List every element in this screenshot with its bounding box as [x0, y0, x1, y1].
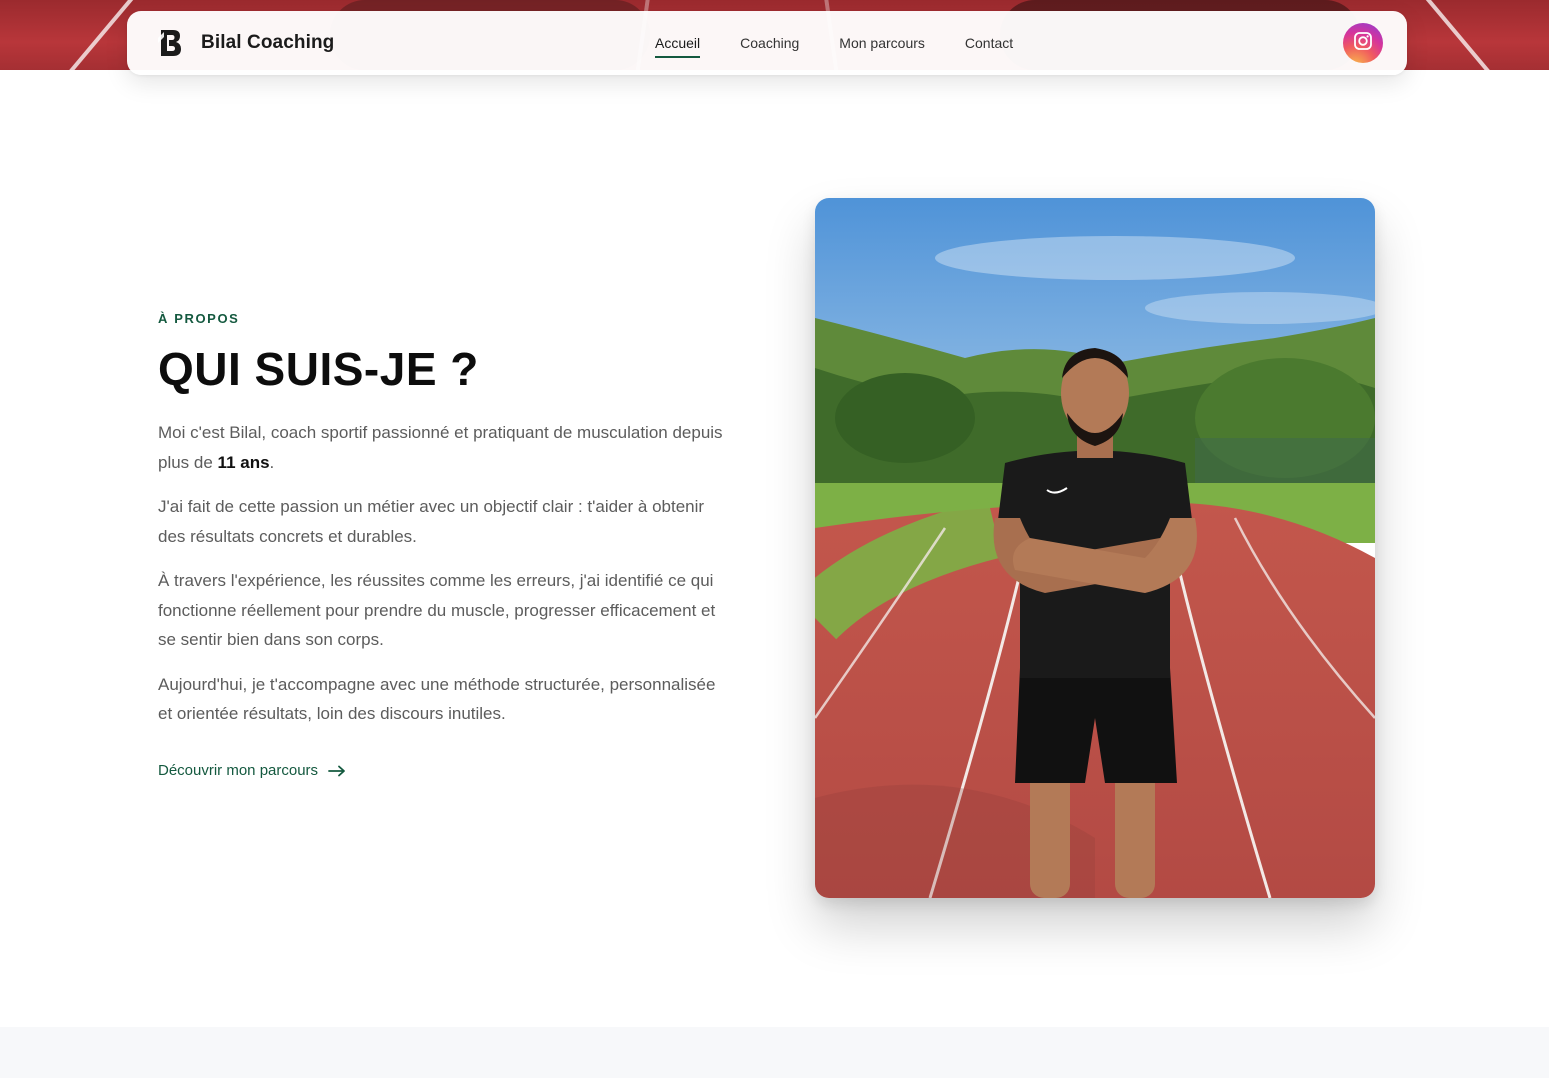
- nav-link-mon-parcours[interactable]: Mon parcours: [839, 29, 925, 57]
- nav-link-coaching[interactable]: Coaching: [740, 29, 799, 57]
- discover-parcours-link[interactable]: Découvrir mon parcours: [158, 762, 346, 779]
- arrow-right-icon: [328, 765, 346, 777]
- brand-name: Bilal Coaching: [201, 32, 335, 53]
- nav-links: Accueil Coaching Mon parcours Contact: [655, 11, 1013, 75]
- track-lane-line: [56, 0, 138, 70]
- main-navbar: Bilal Coaching Accueil Coaching Mon parc…: [127, 11, 1407, 75]
- about-paragraph-2: J'ai fait de cette passion un métier ave…: [158, 497, 705, 546]
- b-monogram-icon: [157, 28, 183, 58]
- instagram-button[interactable]: [1343, 23, 1383, 63]
- about-paragraph-4: Aujourd'hui, je t'accompagne avec une mé…: [158, 674, 716, 724]
- instagram-icon: [1353, 31, 1373, 56]
- section-eyebrow: À PROPOS: [158, 311, 240, 326]
- coach-photo: [815, 198, 1375, 898]
- next-section-background: [0, 1027, 1549, 1078]
- years-highlight: 11 ans: [217, 452, 270, 472]
- brand-home-link[interactable]: Bilal Coaching: [157, 11, 334, 75]
- nav-link-contact[interactable]: Contact: [965, 29, 1013, 57]
- track-lane-line: [1421, 0, 1503, 70]
- about-paragraph-1: Moi c'est Bilal, coach sportif passionné…: [158, 423, 723, 472]
- about-paragraph-3: À travers l'expérience, les réussites co…: [158, 571, 716, 649]
- about-paragraphs: Moi c'est Bilal, coach sportif passionné…: [158, 418, 728, 744]
- section-title: QUI SUIS-JE ?: [158, 343, 479, 395]
- cta-label: Découvrir mon parcours: [158, 762, 319, 779]
- nav-link-accueil[interactable]: Accueil: [655, 29, 701, 58]
